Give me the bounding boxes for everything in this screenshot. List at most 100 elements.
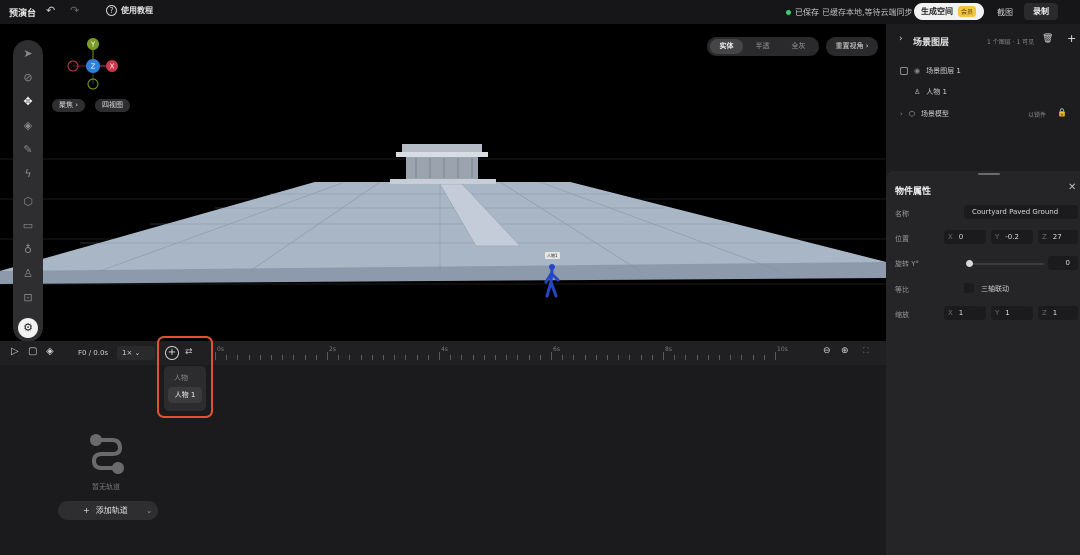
chevron-down-icon: ⌄ — [145, 506, 153, 515]
close-icon[interactable]: ✕ — [1068, 182, 1076, 193]
focus-chip[interactable]: 聚焦 › — [52, 99, 86, 112]
layer-row[interactable]: › ⬡ 场景模型 — [900, 107, 949, 121]
ruler-tick — [293, 355, 295, 360]
drag-handle[interactable] — [978, 173, 1000, 175]
add-layer-icon[interactable]: + — [1067, 32, 1076, 45]
slider-thumb[interactable] — [966, 260, 973, 267]
render-mode-switch: 实体 半透 全灰 — [707, 37, 819, 56]
ruler-tick — [416, 355, 418, 360]
gizmo-x-label: X — [110, 63, 115, 71]
help-link[interactable]: ? 使用教程 — [106, 5, 153, 16]
ruler-tick — [304, 355, 306, 360]
undo-icon[interactable]: ↶ — [46, 4, 55, 17]
ruler-tick — [495, 355, 496, 360]
scale-x-field[interactable]: X1 — [944, 306, 986, 320]
ratio-checkbox[interactable] — [964, 283, 974, 293]
screen-icon[interactable]: ⊡ — [18, 288, 38, 308]
position-label: 位置 — [895, 235, 909, 243]
ruler-label: 6s — [553, 346, 560, 353]
scale-y-field[interactable]: Y1 — [991, 306, 1033, 320]
checkbox-icon[interactable] — [900, 67, 908, 75]
person-icon: ♙ — [914, 88, 921, 96]
ruler-tick — [539, 355, 541, 360]
zoom-out-icon[interactable]: ⊖ — [823, 346, 831, 356]
camera-icon[interactable]: ▭ — [18, 216, 38, 236]
cube-icon[interactable]: ⬡ — [18, 192, 38, 212]
play-icon[interactable]: ▷ — [11, 346, 19, 357]
saved-dot-icon — [786, 10, 791, 15]
fullscreen-icon[interactable]: ⛶ — [863, 346, 869, 356]
four-view-chip[interactable]: 四视图 — [95, 99, 130, 112]
add-track-button[interactable]: + 添加轨道 ⌄ — [58, 501, 158, 520]
screenshot-button[interactable]: 截图 — [997, 7, 1013, 18]
speed-select[interactable]: 1× ⌄ — [117, 346, 155, 360]
select-arrow-icon[interactable]: ➤ — [18, 44, 38, 64]
trash-icon[interactable]: 🗑 — [1042, 34, 1053, 44]
position-z-value: 27 — [1052, 233, 1062, 241]
ruler-tick — [472, 355, 474, 360]
eye-icon[interactable]: ◉ — [914, 67, 920, 75]
ruler-tick — [405, 355, 407, 360]
app-title: 预演台 — [9, 9, 37, 19]
3d-viewport[interactable] — [0, 24, 886, 341]
collapse-chevron-icon[interactable]: › — [899, 34, 903, 44]
ruler-tick — [573, 355, 575, 360]
rotate-tool-icon[interactable]: ◈ — [18, 116, 38, 136]
save-status: 已保存 — [786, 7, 819, 18]
position-x-value: 0 — [958, 233, 964, 241]
lock-icon[interactable]: 🔒 — [1057, 108, 1067, 117]
name-field[interactable]: Courtyard Paved Ground — [964, 205, 1078, 219]
ruler-tick — [349, 355, 351, 360]
keyframe-icon[interactable]: ◈ — [46, 346, 54, 357]
mode-translucent[interactable]: 半透 — [746, 39, 779, 54]
ruler-tick — [618, 355, 620, 360]
move-tool-icon[interactable]: ✥ — [18, 92, 38, 112]
mode-solid[interactable]: 实体 — [710, 39, 743, 54]
position-z-field[interactable]: Z 27 — [1038, 230, 1078, 244]
light-bulb-icon[interactable]: ♁ — [18, 240, 38, 260]
layer-row[interactable]: ♙ 人物 1 — [914, 85, 947, 99]
ruler-tick — [315, 355, 317, 360]
ruler-tick — [338, 355, 340, 360]
ruler-tick — [741, 355, 743, 360]
saved-label: 已保存 — [795, 8, 819, 17]
temple-model — [390, 144, 496, 184]
chevron-right-icon[interactable]: › — [900, 110, 903, 118]
position-x-field[interactable]: X0 — [944, 230, 986, 244]
ruler-tick — [439, 352, 440, 360]
rotation-slider[interactable] — [966, 260, 1044, 267]
ruler-tick — [629, 355, 631, 360]
ruler-tick — [651, 355, 653, 360]
zoom-in-icon[interactable]: ⊕ — [841, 346, 849, 356]
ruler-tick — [259, 355, 261, 360]
ratio-toggle-label: 三轴联动 — [981, 285, 1009, 293]
ruler-label: 2s — [329, 346, 336, 353]
orbit-icon[interactable]: ⊘ — [18, 68, 38, 88]
ruler-tick — [517, 355, 519, 360]
position-y-field[interactable]: Y -0.2 — [991, 230, 1033, 244]
stop-icon[interactable]: ▢ — [28, 346, 37, 357]
settings-sliders-icon[interactable]: ⚙ — [18, 318, 38, 338]
ruler-tick — [663, 352, 664, 360]
record-button[interactable]: 录制 — [1024, 3, 1058, 20]
member-badge: 会员 — [958, 6, 977, 17]
ruler-tick — [327, 352, 328, 360]
lightning-icon[interactable]: ϟ — [18, 164, 38, 184]
ruler-tick — [215, 352, 216, 360]
redo-icon[interactable]: ↷ — [70, 4, 79, 17]
axis-gizmo[interactable]: Y Z X — [60, 36, 130, 96]
reset-view-button[interactable]: 重置视角 › — [826, 37, 878, 56]
generate-space-button[interactable]: 生成空间 会员 — [914, 3, 984, 20]
ruler-label: 8s — [665, 346, 672, 353]
scale-z-field[interactable]: Z1 — [1038, 306, 1078, 320]
person-icon[interactable]: ♙ — [18, 264, 38, 284]
sync-status: 已缓存本地,等待云端同步 — [822, 8, 913, 17]
rotation-field[interactable]: 0 — [1048, 256, 1078, 270]
ruler-tick — [752, 355, 754, 360]
ruler-tick — [607, 355, 608, 360]
mode-gray[interactable]: 全灰 — [782, 39, 815, 54]
scene-render — [0, 144, 886, 298]
brush-icon[interactable]: ✎ — [18, 140, 38, 160]
scale-x-value: 1 — [958, 309, 964, 317]
layer-row[interactable]: ◉ 场景图层 1 — [900, 64, 961, 78]
